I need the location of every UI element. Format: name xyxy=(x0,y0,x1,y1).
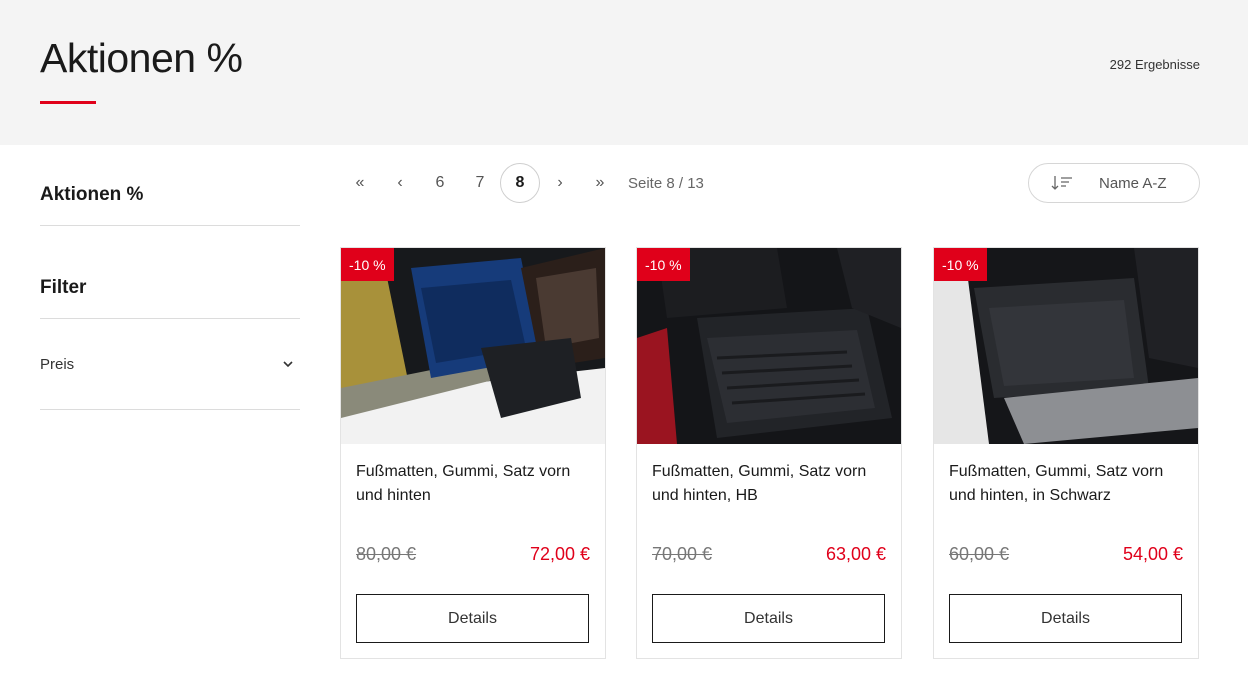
product-image[interactable]: -10 % xyxy=(637,248,901,444)
product-card: -10 % Fußmatten, Gummi, Satz vorn und hi… xyxy=(933,247,1199,659)
pagination-page-label: Seite 8 / 13 xyxy=(628,174,704,192)
product-image[interactable]: -10 % xyxy=(341,248,605,444)
product-new-price: 72,00 € xyxy=(529,544,590,564)
pagination: « ‹ 6 7 8 › » Seite 8 / 13 xyxy=(340,163,704,203)
sort-label: Name A-Z xyxy=(1099,174,1167,192)
pagination-first-button[interactable]: « xyxy=(340,163,380,203)
details-button[interactable]: Details xyxy=(356,594,589,643)
sidebar-category-heading[interactable]: Aktionen % xyxy=(40,184,300,206)
details-button[interactable]: Details xyxy=(949,594,1182,643)
product-new-price: 54,00 € xyxy=(1122,544,1183,564)
product-image[interactable]: -10 % xyxy=(934,248,1198,444)
product-old-price: 70,00 € xyxy=(652,544,713,564)
filter-preis-toggle[interactable]: Preis xyxy=(40,319,300,410)
page-header: Aktionen % 292 Ergebnisse xyxy=(0,0,1248,145)
sidebar-filter-section: Filter xyxy=(40,226,300,319)
discount-badge: -10 % xyxy=(341,248,394,281)
title-underline xyxy=(40,101,96,104)
product-title[interactable]: Fußmatten, Gummi, Satz vorn und hinten xyxy=(356,460,592,508)
pagination-page-7[interactable]: 7 xyxy=(460,163,500,203)
product-card: -10 % Fußmatten, Gummi, Satz vorn und hi… xyxy=(636,247,902,659)
sidebar: Aktionen % Filter Preis xyxy=(40,145,300,410)
pagination-prev-button[interactable]: ‹ xyxy=(380,163,420,203)
sidebar-filter-heading: Filter xyxy=(40,277,87,298)
pagination-last-button[interactable]: » xyxy=(580,163,620,203)
product-card: -10 % Fußmatten, Gummi, Satz vorn und hi… xyxy=(340,247,606,659)
pagination-page-current[interactable]: 8 xyxy=(500,163,540,203)
filter-preis-label: Preis xyxy=(40,355,75,373)
details-button[interactable]: Details xyxy=(652,594,885,643)
discount-badge: -10 % xyxy=(934,248,987,281)
product-old-price: 60,00 € xyxy=(949,544,1010,564)
page-title: Aktionen % xyxy=(40,35,243,81)
pagination-page-6[interactable]: 6 xyxy=(420,163,460,203)
chevron-down-icon xyxy=(282,358,294,370)
sort-dropdown[interactable]: Name A-Z xyxy=(1028,163,1200,203)
product-title[interactable]: Fußmatten, Gummi, Satz vorn und hinten, … xyxy=(652,460,888,508)
result-count: 292 Ergebnisse xyxy=(1109,57,1200,72)
product-title[interactable]: Fußmatten, Gummi, Satz vorn und hinten, … xyxy=(949,460,1185,508)
discount-badge: -10 % xyxy=(637,248,690,281)
product-new-price: 63,00 € xyxy=(825,544,886,564)
product-old-price: 80,00 € xyxy=(356,544,417,564)
sort-descending-icon xyxy=(1051,175,1075,191)
sidebar-category: Aktionen % xyxy=(40,145,300,226)
pagination-next-button[interactable]: › xyxy=(540,163,580,203)
